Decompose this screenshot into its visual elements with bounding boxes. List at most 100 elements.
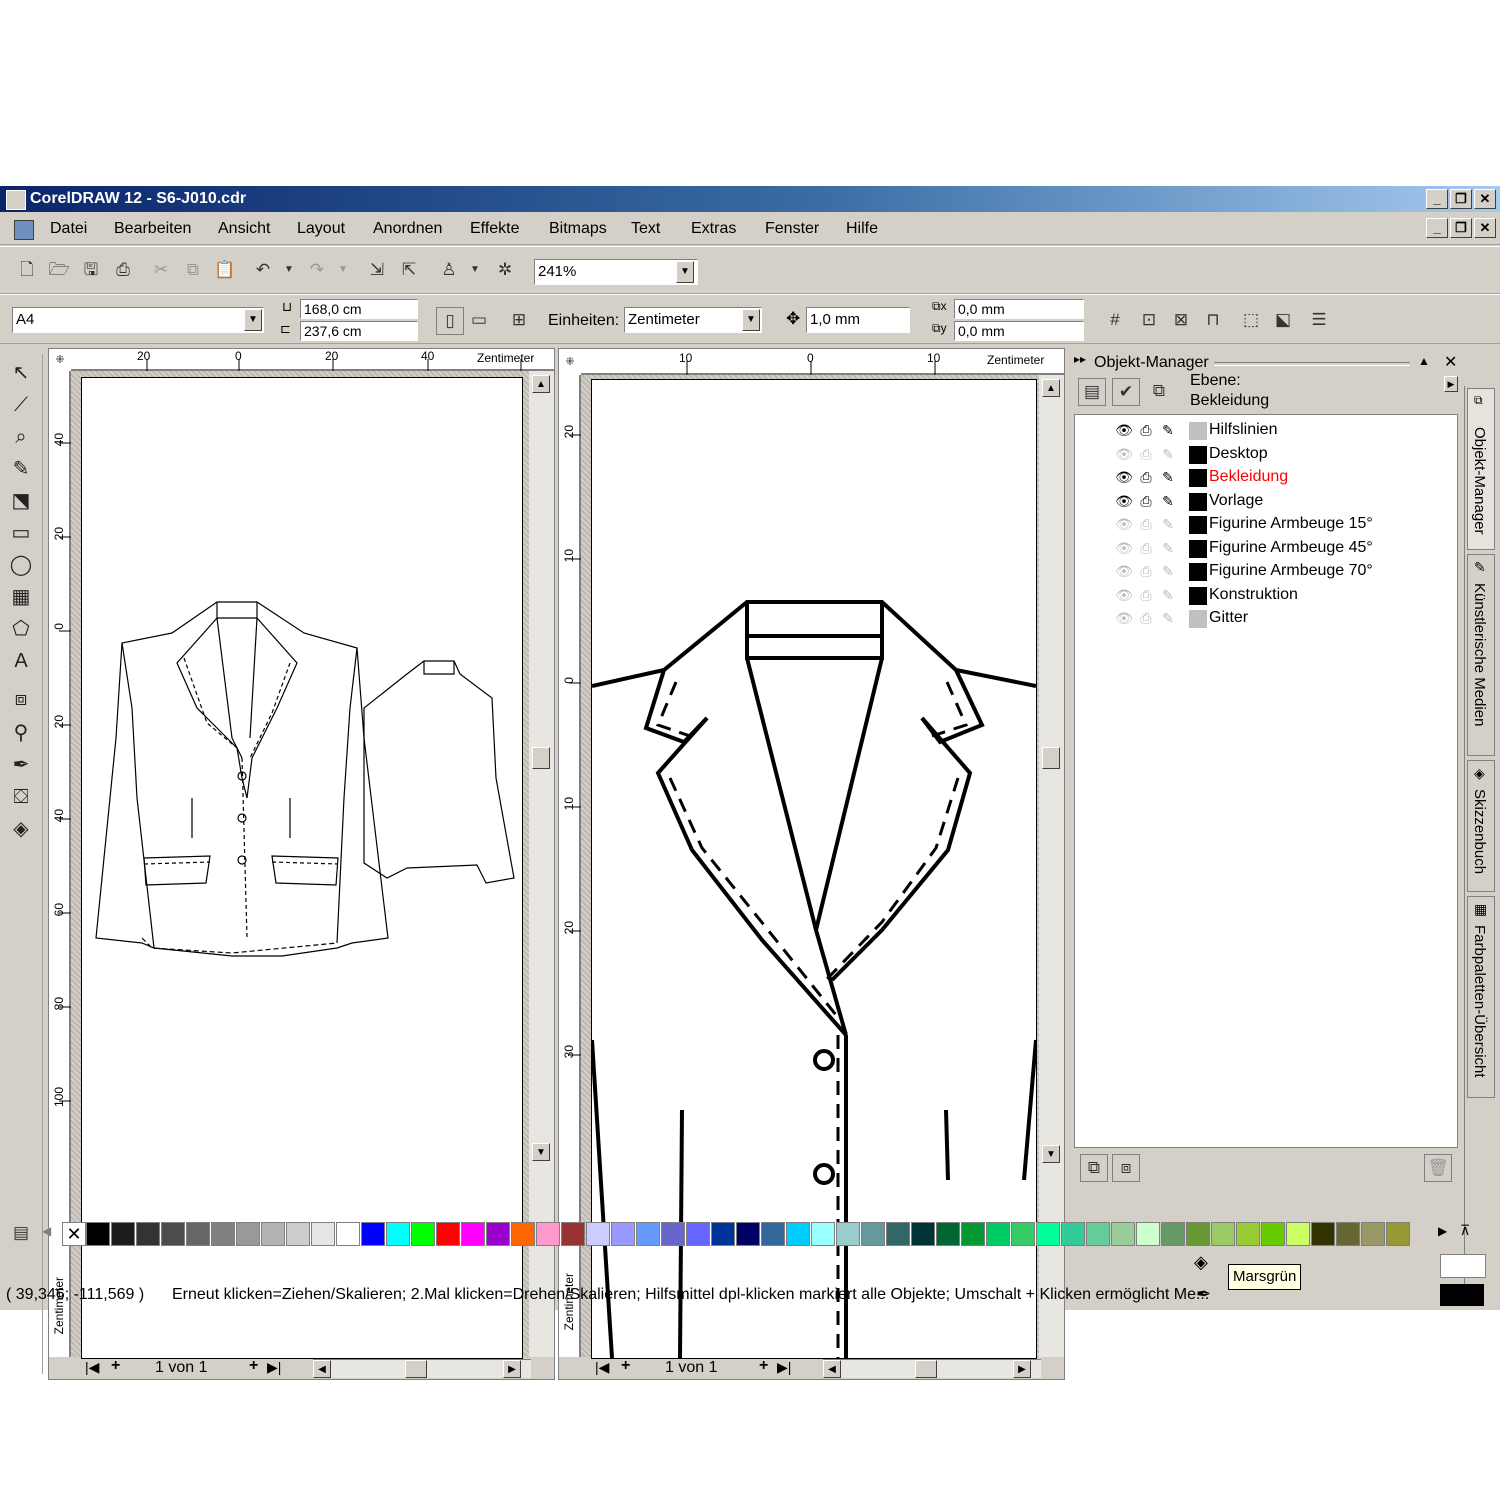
undo-dropdown-icon[interactable]: ▼ <box>276 257 302 283</box>
color-swatch[interactable] <box>461 1222 485 1246</box>
close-button[interactable]: ✕ <box>1474 189 1496 209</box>
interactive-fill-tool-icon[interactable]: ◈ <box>6 814 36 844</box>
eye-icon[interactable]: 👁 <box>1115 421 1133 439</box>
undo-icon[interactable]: ↶ <box>250 257 276 283</box>
eye-icon[interactable]: 👁 <box>1115 492 1133 510</box>
page-layout-icon[interactable]: ⊞ <box>506 307 532 333</box>
color-swatch[interactable] <box>536 1222 560 1246</box>
eye-icon[interactable]: 👁 <box>1115 562 1133 580</box>
paper-size-dropdown-arrow[interactable]: ▼ <box>244 309 262 331</box>
new-layer-icon[interactable]: ⧉ <box>1080 1154 1108 1182</box>
cut-icon[interactable]: ✂ <box>148 257 174 283</box>
eye-icon[interactable]: 👁 <box>1115 539 1133 557</box>
doc-restore-button[interactable]: ❐ <box>1450 218 1472 238</box>
layer-color-swatch[interactable] <box>1189 563 1207 581</box>
layer-row[interactable]: 👁 ⎙ ✎ Desktop <box>1075 443 1455 466</box>
color-swatch[interactable] <box>1161 1222 1185 1246</box>
palette-menu-icon[interactable]: ▤ <box>8 1220 34 1246</box>
paste-icon[interactable]: 📋 <box>212 257 238 283</box>
color-swatch[interactable] <box>961 1222 985 1246</box>
menu-effekte[interactable]: Effekte <box>470 220 520 238</box>
right-drawing-page[interactable] <box>591 379 1037 1359</box>
menu-anordnen[interactable]: Anordnen <box>373 220 442 238</box>
layer-color-swatch[interactable] <box>1189 469 1207 487</box>
color-swatch[interactable] <box>1186 1222 1210 1246</box>
layer-row[interactable]: 👁 ⎙ ✎ Bekleidung <box>1075 466 1455 489</box>
pencil-icon[interactable]: ✎ <box>1159 492 1177 510</box>
docker-collapse-icon[interactable]: ▲ <box>1418 354 1430 368</box>
printer-icon[interactable]: ⎙ <box>1137 562 1155 580</box>
save-icon[interactable]: 🖫 <box>78 257 104 283</box>
restore-button[interactable]: ❐ <box>1450 189 1472 209</box>
basic-shapes-tool-icon[interactable]: ⬠ <box>6 614 36 644</box>
paper-size-field[interactable]: A4 <box>12 307 264 333</box>
color-swatch[interactable] <box>236 1222 260 1246</box>
color-swatch[interactable] <box>936 1222 960 1246</box>
printer-icon[interactable]: ⎙ <box>1137 586 1155 604</box>
color-swatch[interactable] <box>561 1222 585 1246</box>
page-height-field[interactable]: 237,6 cm <box>300 321 418 341</box>
color-swatch[interactable] <box>486 1222 510 1246</box>
pencil-icon[interactable]: ✎ <box>1159 445 1177 463</box>
snap-objects-icon[interactable]: ⊠ <box>1168 307 1194 333</box>
color-swatch[interactable] <box>386 1222 410 1246</box>
add-page-before-icon[interactable]: + <box>621 1357 630 1375</box>
scroll-right-icon[interactable]: ▶ <box>1013 1360 1031 1378</box>
color-swatch[interactable] <box>261 1222 285 1246</box>
color-swatch[interactable] <box>1061 1222 1085 1246</box>
color-swatch[interactable] <box>211 1222 235 1246</box>
left-horizontal-scrollbar[interactable]: ◀ ▶ <box>313 1359 531 1378</box>
last-page-icon[interactable]: ▶| <box>777 1359 791 1376</box>
pencil-icon[interactable]: ✎ <box>1159 609 1177 627</box>
color-swatch[interactable] <box>586 1222 610 1246</box>
freehand-tool-icon[interactable]: ✎ <box>6 454 36 484</box>
left-vertical-scrollbar[interactable]: ▲ ▼ <box>529 371 554 1357</box>
layer-color-swatch[interactable] <box>1189 445 1207 464</box>
rectangle-tool-icon[interactable]: ▭ <box>6 518 36 548</box>
outline-tool-icon[interactable]: ✒ <box>6 750 36 780</box>
add-page-after-icon[interactable]: + <box>249 1357 258 1375</box>
color-swatch[interactable] <box>1211 1222 1235 1246</box>
color-swatch[interactable] <box>161 1222 185 1246</box>
landscape-icon[interactable]: ▭ <box>466 307 492 333</box>
minimize-button[interactable]: _ <box>1426 189 1448 209</box>
color-swatch[interactable] <box>1111 1222 1135 1246</box>
eye-icon[interactable]: 👁 <box>1115 609 1133 627</box>
h-scroll-thumb[interactable] <box>405 1360 427 1378</box>
layer-row[interactable]: 👁 ⎙ ✎ Konstruktion <box>1075 584 1455 607</box>
snap-guidelines-icon[interactable]: ⊡ <box>1136 307 1162 333</box>
color-swatch[interactable] <box>436 1222 460 1246</box>
docker-grip[interactable] <box>1214 362 1410 366</box>
color-swatch[interactable] <box>1136 1222 1160 1246</box>
docker-tab-farbpaletten[interactable]: ▦ Farbpaletten-Übersicht <box>1467 896 1495 1098</box>
doc-minimize-button[interactable]: _ <box>1426 218 1448 238</box>
color-swatch[interactable] <box>1036 1222 1060 1246</box>
color-swatch[interactable] <box>911 1222 935 1246</box>
pencil-icon[interactable]: ✎ <box>1159 421 1177 439</box>
menu-extras[interactable]: Extras <box>691 220 736 238</box>
options-icon[interactable]: ☰ <box>1306 307 1332 333</box>
color-swatch[interactable] <box>686 1222 710 1246</box>
color-swatch[interactable] <box>861 1222 885 1246</box>
portrait-icon[interactable]: ▯ <box>436 307 464 335</box>
menu-bitmaps[interactable]: Bitmaps <box>549 220 607 238</box>
fill-tool-icon[interactable]: ⛋ <box>6 782 36 812</box>
scroll-down-icon[interactable]: ▼ <box>532 1143 550 1161</box>
eye-icon[interactable]: 👁 <box>1115 468 1133 486</box>
redo-dropdown-icon[interactable]: ▼ <box>330 257 356 283</box>
ellipse-tool-icon[interactable]: ◯ <box>6 550 36 580</box>
docker-close-icon[interactable]: ✕ <box>1444 352 1457 372</box>
scroll-thumb[interactable] <box>532 747 550 769</box>
layer-row[interactable]: 👁 ⎙ ✎ Vorlage <box>1075 490 1455 513</box>
color-swatch[interactable] <box>311 1222 335 1246</box>
add-page-after-icon[interactable]: + <box>759 1357 768 1375</box>
color-swatch[interactable] <box>111 1222 135 1246</box>
edit-across-layers-icon[interactable]: ✔ <box>1112 378 1140 406</box>
add-page-before-icon[interactable]: + <box>111 1357 120 1375</box>
color-swatch[interactable] <box>786 1222 810 1246</box>
last-page-icon[interactable]: ▶| <box>267 1359 281 1376</box>
scroll-right-icon[interactable]: ▶ <box>503 1360 521 1378</box>
color-swatch[interactable] <box>736 1222 760 1246</box>
docker-flyout-icon[interactable]: ▶ <box>1444 376 1458 392</box>
menu-datei[interactable]: Datei <box>50 220 87 238</box>
